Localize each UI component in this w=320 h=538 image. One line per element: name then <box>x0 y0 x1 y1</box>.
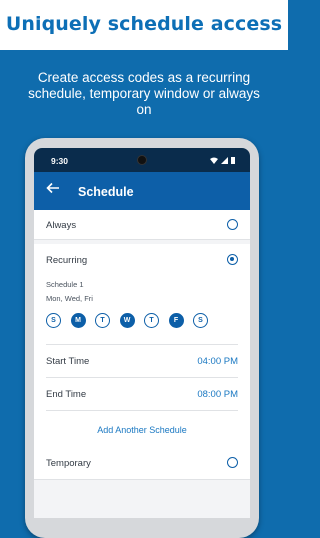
option-temporary[interactable]: Temporary <box>34 446 250 480</box>
option-always[interactable]: Always <box>34 210 250 240</box>
recurring-radio[interactable] <box>227 254 238 265</box>
option-always-label: Always <box>46 220 77 231</box>
option-recurring-label: Recurring <box>46 255 88 266</box>
schedule-options: Always Recurring Schedule 1 Mon, Wed, Fr… <box>34 210 250 518</box>
day-chip[interactable]: M <box>70 313 86 328</box>
divider <box>46 344 238 345</box>
add-schedule-link[interactable]: Add Another Schedule <box>34 425 250 435</box>
always-radio[interactable] <box>227 219 238 230</box>
headline: Uniquely schedule access <box>5 13 283 35</box>
start-time-label: Start Time <box>46 356 90 367</box>
signal-icon <box>221 157 228 164</box>
wifi-icon <box>210 157 218 164</box>
day-chip[interactable]: T <box>144 313 159 328</box>
status-time: 9:30 <box>51 156 69 166</box>
day-chip[interactable]: T <box>95 313 110 328</box>
battery-icon <box>231 157 235 164</box>
start-time-value[interactable]: 04:00 PM <box>197 356 238 367</box>
day-chip[interactable]: S <box>46 313 61 328</box>
subtitle: Create access codes as a recurring sched… <box>28 70 260 117</box>
status-bar: 9:30 <box>34 148 250 172</box>
end-time-label: End Time <box>46 389 87 400</box>
divider <box>46 377 238 378</box>
camera-icon <box>137 155 147 165</box>
divider <box>46 410 238 411</box>
day-chip[interactable]: W <box>119 313 135 328</box>
schedule-days-summary: Mon, Wed, Fri <box>46 294 93 303</box>
end-time-value[interactable]: 08:00 PM <box>197 389 238 400</box>
schedule-title: Schedule 1 <box>46 280 84 289</box>
status-icons <box>208 156 236 167</box>
arrow-left-icon[interactable] <box>46 181 60 200</box>
option-temporary-label: Temporary <box>46 458 91 469</box>
phone-screen: 9:30 Schedule Always Recurring Schedule … <box>34 148 250 518</box>
day-chip[interactable]: S <box>193 313 208 328</box>
app-bar: Schedule <box>34 172 250 210</box>
temporary-radio[interactable] <box>227 457 238 468</box>
option-recurring[interactable]: Recurring Schedule 1 Mon, Wed, Fri SMTWT… <box>34 244 250 479</box>
page-title: Schedule <box>78 185 134 199</box>
day-chip[interactable]: F <box>168 313 184 328</box>
